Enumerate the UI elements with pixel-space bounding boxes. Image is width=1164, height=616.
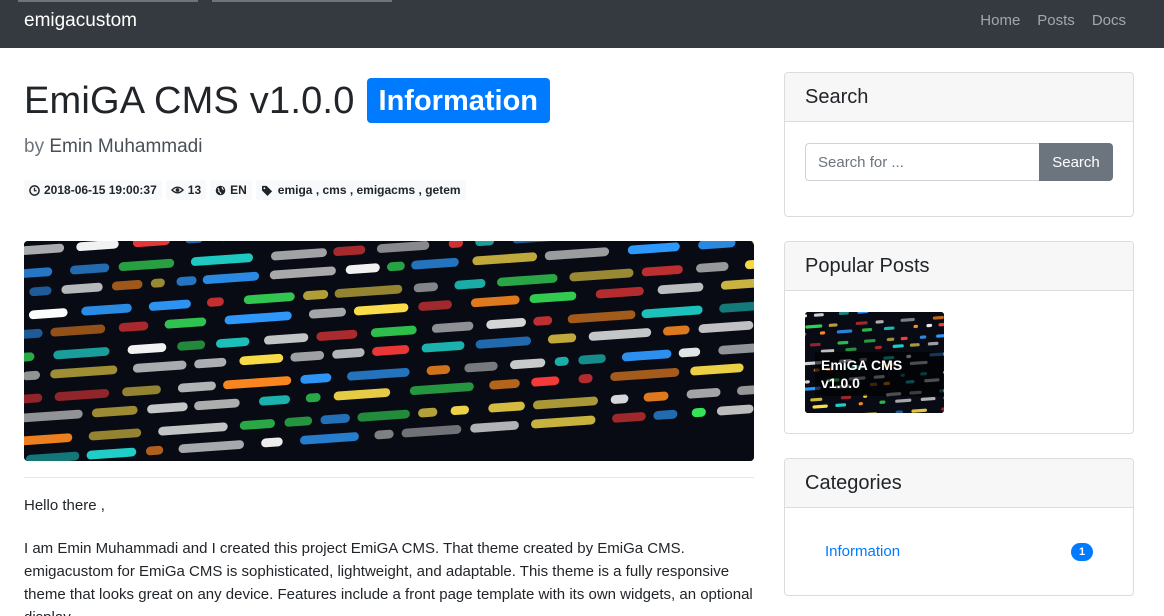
view-count: 13 xyxy=(187,183,202,197)
navbar: emigacustom Home Posts Docs xyxy=(0,0,1164,48)
code-screen-image xyxy=(24,241,754,461)
by-label: by xyxy=(24,136,45,157)
language-chip: EN xyxy=(210,180,252,200)
post-title-row: EmiGA CMS v1.0.0 Information xyxy=(24,78,551,123)
search-card-title: Search xyxy=(785,73,1133,122)
popular-posts-card: Popular Posts EmiGA CMS v1.0.0 xyxy=(784,241,1134,434)
popular-posts-title: Popular Posts xyxy=(785,242,1133,291)
post-byline: by Emin Muhammadi xyxy=(24,136,202,158)
search-group: Search xyxy=(805,143,1113,181)
post-greeting: Hello there , xyxy=(24,497,105,514)
search-card: Search Search xyxy=(784,72,1134,217)
post-hero-image xyxy=(24,241,754,461)
globe-icon xyxy=(215,185,226,196)
post-language: EN xyxy=(230,183,247,197)
clock-icon xyxy=(29,184,40,196)
post-title: EmiGA CMS v1.0.0 xyxy=(24,79,355,122)
post-divider xyxy=(24,477,754,478)
nav-link-docs[interactable]: Docs xyxy=(1092,12,1126,29)
categories-card: Categories Information 1 xyxy=(784,458,1134,596)
brand-link[interactable]: emigacustom xyxy=(24,10,137,32)
eye-icon xyxy=(170,185,184,195)
search-button[interactable]: Search xyxy=(1039,143,1113,181)
nav-links: Home Posts Docs xyxy=(980,12,1126,29)
category-badge[interactable]: Information xyxy=(366,78,551,123)
post-body: I am Emin Muhammadi and I created this p… xyxy=(24,540,753,616)
post-date: 2018-06-15 19:00:37 xyxy=(44,183,157,197)
post-tags[interactable]: emiga , cms , emigacms , getem xyxy=(278,183,461,197)
nav-link-home[interactable]: Home xyxy=(980,12,1020,29)
author-name: Emin Muhammadi xyxy=(49,136,203,157)
browser-tab-strip xyxy=(18,0,198,2)
tags-chip: emiga , cms , emigacms , getem xyxy=(255,180,466,200)
views-chip: 13 xyxy=(165,180,207,200)
date-chip: 2018-06-15 19:00:37 xyxy=(24,180,162,200)
category-count-badge: 1 xyxy=(1071,543,1093,561)
categories-title: Categories xyxy=(785,459,1133,508)
popular-post-caption[interactable]: EmiGA CMS v1.0.0 xyxy=(815,352,943,396)
nav-link-posts[interactable]: Posts xyxy=(1037,12,1075,29)
search-input[interactable] xyxy=(805,143,1039,181)
category-link-information[interactable]: Information xyxy=(825,543,900,560)
tags-icon xyxy=(261,185,274,196)
post-meta: 2018-06-15 19:00:37 13 EN emiga , cms , … xyxy=(24,180,466,200)
popular-post-item[interactable]: EmiGA CMS v1.0.0 xyxy=(805,312,944,413)
browser-tab-strip xyxy=(212,0,392,2)
